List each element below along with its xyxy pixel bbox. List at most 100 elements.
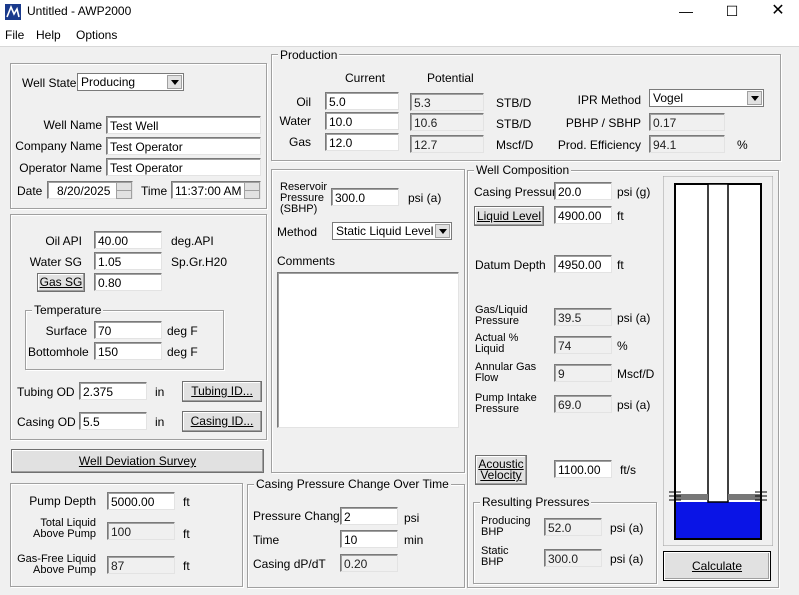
close-button[interactable]: ✕ bbox=[755, 0, 799, 24]
pump-intake-pressure-label: Pump Intake Pressure bbox=[475, 392, 537, 415]
well-name-label: Well Name bbox=[43, 118, 102, 132]
static-bhp-unit: psi (a) bbox=[610, 552, 644, 566]
minimize-button[interactable]: — bbox=[663, 0, 709, 24]
gas-free-liquid-label: Gas-Free Liquid Above Pump bbox=[17, 553, 96, 576]
liquid-level-field[interactable]: 4900.00 bbox=[554, 206, 612, 224]
well-deviation-survey-label: Well Deviation Survey bbox=[78, 454, 197, 468]
reservoir-pressure-label: Reservoir Pressure (SBHP) bbox=[280, 181, 328, 215]
actual-liquid-unit: % bbox=[617, 339, 628, 353]
oil-api-unit: deg.API bbox=[171, 234, 214, 248]
casing-od-label: Casing OD bbox=[17, 415, 76, 429]
pump-depth-unit: ft bbox=[183, 495, 190, 509]
calculate-button[interactable]: Calculate bbox=[663, 551, 771, 581]
chevron-down-icon[interactable] bbox=[747, 91, 762, 105]
oil-api-label: Oil API bbox=[45, 234, 82, 248]
prod-oil-potential: 5.3 bbox=[410, 93, 484, 111]
prod-gas-label: Gas bbox=[288, 135, 311, 149]
producing-bhp-unit: psi (a) bbox=[610, 521, 644, 535]
menu-file[interactable]: File bbox=[5, 28, 24, 42]
ipr-method-label: IPR Method bbox=[577, 93, 641, 107]
chevron-down-icon[interactable] bbox=[167, 75, 182, 89]
prod-gas-unit: Mscf/D bbox=[496, 138, 534, 152]
datum-depth-label: Datum Depth bbox=[475, 258, 546, 272]
prod-efficiency-value: 94.1 bbox=[649, 135, 725, 153]
annular-gas-flow-unit: Mscf/D bbox=[617, 367, 655, 381]
gas-sg-field[interactable]: 0.80 bbox=[94, 273, 162, 291]
wellbore-diagram bbox=[663, 176, 773, 546]
producing-bhp-value: 52.0 bbox=[544, 518, 602, 536]
time-spin-down[interactable] bbox=[244, 190, 260, 199]
date-spin-down[interactable] bbox=[116, 190, 132, 199]
water-sg-field[interactable]: 1.05 bbox=[94, 252, 162, 270]
chevron-down-icon[interactable] bbox=[435, 224, 450, 238]
tubing-id-button[interactable]: Tubing ID... bbox=[182, 381, 262, 402]
date-label: Date bbox=[17, 184, 43, 198]
comments-textarea[interactable] bbox=[277, 272, 459, 428]
well-name-field[interactable]: Test Well bbox=[106, 116, 261, 134]
acoustic-velocity-field[interactable]: 1100.00 bbox=[554, 460, 612, 478]
casing-change-title: Casing Pressure Change Over Time bbox=[254, 477, 451, 491]
oil-api-field[interactable]: 40.00 bbox=[94, 231, 162, 249]
surface-label: Surface bbox=[45, 324, 87, 338]
casing-pressure-field[interactable]: 20.0 bbox=[554, 182, 612, 200]
pbhp-sbhp-label: PBHP / SBHP bbox=[565, 116, 641, 130]
prod-oil-current-field[interactable]: 5.0 bbox=[325, 92, 399, 110]
menu-help[interactable]: Help bbox=[36, 28, 61, 42]
tubing-od-field[interactable]: 2.375 bbox=[79, 382, 147, 400]
maximize-button[interactable]: ☐ bbox=[709, 0, 755, 24]
packer-left bbox=[676, 494, 708, 500]
pbhp-sbhp-value: 0.17 bbox=[649, 113, 725, 131]
acoustic-velocity-button[interactable]: Acoustic Velocity bbox=[475, 455, 527, 485]
bottomhole-temp-unit: deg F bbox=[167, 345, 198, 359]
total-liquid-unit: ft bbox=[183, 527, 190, 541]
gas-sg-button[interactable]: Gas SG bbox=[37, 273, 85, 292]
prod-oil-label: Oil bbox=[296, 95, 311, 109]
ipr-method-value: Vogel bbox=[653, 91, 684, 105]
operator-name-label: Operator Name bbox=[19, 161, 102, 175]
company-name-field[interactable]: Test Operator bbox=[106, 137, 261, 155]
liquid-level-button[interactable]: Liquid Level bbox=[474, 206, 544, 226]
liquid-level-unit: ft bbox=[617, 209, 624, 223]
gas-liquid-pressure-label: Gas/Liquid Pressure bbox=[475, 304, 528, 327]
pressure-change-unit: psi bbox=[404, 511, 420, 525]
ipr-method-select[interactable]: Vogel bbox=[649, 89, 764, 107]
reservoir-pressure-field[interactable]: 300.0 bbox=[331, 188, 399, 206]
time-label: Time bbox=[141, 184, 168, 198]
well-state-select[interactable]: Producing bbox=[77, 73, 184, 91]
wellbore-liquid bbox=[676, 502, 760, 538]
casing-dpdt-label: Casing dP/dT bbox=[253, 557, 326, 571]
total-liquid-value: 100 bbox=[107, 522, 175, 540]
reservoir-pressure-unit: psi (a) bbox=[408, 191, 442, 205]
tubing-od-unit: in bbox=[155, 385, 165, 399]
surface-temp-unit: deg F bbox=[167, 324, 198, 338]
prod-gas-current-field[interactable]: 12.0 bbox=[325, 133, 399, 151]
prod-gas-potential: 12.7 bbox=[410, 135, 484, 153]
pump-depth-field[interactable]: 5000.00 bbox=[107, 492, 175, 510]
well-state-label: Well State bbox=[22, 76, 77, 90]
gas-liquid-pressure-unit: psi (a) bbox=[617, 311, 651, 325]
prod-water-current-field[interactable]: 10.0 bbox=[325, 112, 399, 130]
operator-name-field[interactable]: Test Operator bbox=[106, 158, 261, 176]
casing-od-field[interactable]: 5.5 bbox=[79, 412, 147, 430]
prod-efficiency-label: Prod. Efficiency bbox=[557, 138, 641, 152]
method-label: Method bbox=[277, 225, 318, 239]
static-bhp-label: Static BHP bbox=[481, 545, 509, 568]
prod-water-unit: STB/D bbox=[496, 117, 532, 131]
pressure-change-field[interactable]: 2 bbox=[340, 507, 398, 525]
casing-id-button[interactable]: Casing ID... bbox=[182, 411, 262, 432]
static-bhp-value: 300.0 bbox=[544, 549, 602, 567]
surface-temp-field[interactable]: 70 bbox=[94, 321, 162, 339]
menu-options[interactable]: Options bbox=[76, 28, 117, 42]
window-title: Untitled - AWP2000 bbox=[27, 4, 132, 18]
acoustic-velocity-unit: ft/s bbox=[620, 463, 637, 477]
pump-depth-label: Pump Depth bbox=[29, 494, 96, 508]
well-deviation-survey-button[interactable]: Well Deviation Survey bbox=[11, 449, 264, 473]
prod-water-label: Water bbox=[279, 114, 311, 128]
bottomhole-temp-field[interactable]: 150 bbox=[94, 342, 162, 360]
method-select[interactable]: Static Liquid Level bbox=[332, 222, 452, 240]
time-change-field[interactable]: 10 bbox=[340, 530, 398, 548]
time-change-label: Time bbox=[253, 533, 280, 547]
datum-depth-field[interactable]: 4950.00 bbox=[554, 255, 612, 273]
calculate-label: Calculate bbox=[691, 559, 743, 573]
menu-bar bbox=[0, 24, 799, 47]
